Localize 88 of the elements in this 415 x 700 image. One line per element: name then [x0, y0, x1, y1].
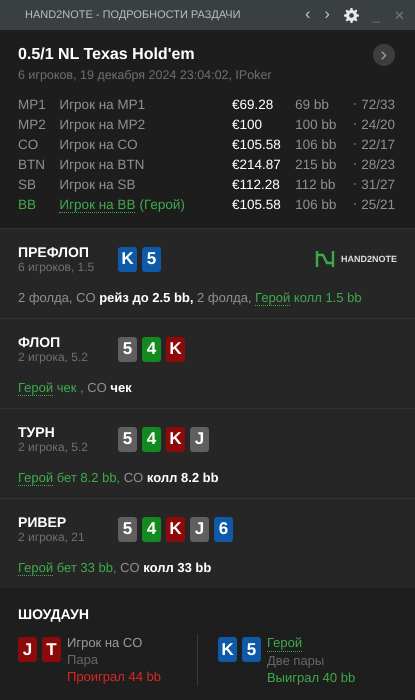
playing-card: 4	[142, 426, 161, 452]
playing-card: 5	[242, 637, 261, 662]
stack-bb: 106 bb	[295, 196, 338, 212]
player-name: Игрок на CO	[67, 634, 142, 651]
playing-card: 5	[118, 426, 137, 452]
action-line: Герой чек , CO чек	[18, 380, 133, 395]
stack-amount: €214.87	[232, 156, 282, 172]
hand-info: 6 игроков, 19 декабря 2024 23:04:02, IPoker	[18, 68, 273, 82]
player-name: Игрок на SB	[59, 176, 136, 192]
player-name: Игрок на MP2	[59, 116, 146, 132]
position-label: BB	[18, 196, 38, 212]
stack-amount: €69.28	[232, 96, 274, 112]
playing-card: 4	[142, 516, 161, 542]
stack-amount: €105.58	[232, 196, 282, 212]
position-label: MP1	[18, 96, 47, 112]
separator-dot	[354, 123, 356, 125]
street-title: ПРЕФЛОП	[18, 244, 90, 260]
hero-tag: (Герой)	[139, 196, 185, 212]
position-label: MP2	[18, 116, 47, 132]
player-stats: 25/21	[361, 196, 395, 212]
playing-card: 5	[118, 336, 137, 362]
stack-bb: 69 bb	[295, 96, 330, 112]
street-info: 2 игрока, 5.2	[18, 350, 89, 364]
player-name: Игрок на MP1	[59, 96, 146, 112]
action-line: Герой бет 8.2 bb, CO колл 8.2 bb	[18, 470, 220, 485]
player-name[interactable]: Герой	[267, 634, 302, 652]
stack-amount: €100	[232, 116, 264, 132]
street-title: РИВЕР	[18, 514, 68, 530]
position-label: BTN	[18, 156, 46, 172]
playing-card: K	[166, 336, 185, 362]
action-line: 2 фолда, CO рейз до 2.5 bb, 2 фолда, Герой колл 1.5 bb	[18, 290, 363, 305]
playing-card: J	[18, 637, 37, 662]
logo-icon	[314, 249, 335, 269]
showdown-title: ШОУДАУН	[18, 606, 90, 622]
player-stats: 22/17	[361, 136, 395, 152]
player-name[interactable]: Игрок на BB	[59, 196, 136, 212]
hand-rank: Пара	[67, 651, 98, 668]
separator-dot	[354, 203, 356, 205]
next-button[interactable]	[373, 44, 395, 66]
separator-dot	[354, 103, 356, 105]
separator-dot	[354, 183, 356, 185]
game-title: 0.5/1 NL Texas Hold'em	[18, 46, 195, 64]
street-info: 2 игрока, 5.2	[18, 440, 89, 454]
playing-card: K	[166, 426, 185, 452]
position-label: SB	[18, 176, 38, 192]
hand-rank: Две пары	[267, 652, 324, 669]
street-info: 6 игроков, 1.5	[18, 260, 96, 274]
stack-amount: €112.28	[232, 176, 281, 192]
playing-card: 5	[142, 246, 161, 272]
stack-bb: 215 bb	[295, 156, 338, 172]
stack-bb: 112 bb	[295, 176, 336, 192]
separator-dot	[354, 143, 356, 145]
playing-card: K	[218, 637, 237, 662]
street-title: ТУРН	[18, 424, 56, 440]
player-name: Игрок на BTN	[59, 156, 144, 172]
playing-card: J	[190, 516, 209, 542]
player-stats: 31/27	[361, 176, 395, 192]
hero-link[interactable]: Герой	[18, 380, 54, 396]
action-line: Герой бет 33 bb, CO колл 33 bb	[18, 560, 212, 575]
chevron-icon	[381, 50, 387, 60]
hero-link[interactable]: Герой	[255, 290, 290, 306]
result-text: Проиграл 44 bb	[67, 668, 161, 685]
playing-card: T	[42, 637, 61, 662]
position-label: CO	[18, 136, 40, 152]
hero-link[interactable]: Герой	[18, 470, 54, 486]
street-title: ФЛОП	[18, 334, 62, 350]
playing-card: 4	[142, 336, 161, 362]
stack-bb: 100 bb	[295, 116, 338, 132]
result-text: Выиграл 40 bb	[267, 669, 356, 686]
player-stats: 28/23	[361, 156, 395, 172]
street-info: 2 игрока, 21	[18, 530, 86, 544]
stack-amount: €105.58	[232, 136, 282, 152]
player-name: Игрок на CO	[59, 136, 138, 152]
playing-card: 6	[214, 516, 233, 542]
forward-button[interactable]: ›	[324, 7, 330, 23]
playing-card: J	[190, 426, 209, 452]
player-stats: 24/20	[361, 116, 395, 132]
settings-icon[interactable]	[344, 8, 359, 22]
logo-text: HAND2NOTE	[340, 254, 397, 264]
window-title: HAND2NOTE - ПОДРОБНОСТИ РАЗДАЧИ	[25, 9, 241, 21]
playing-card: K	[166, 516, 185, 542]
hero-link[interactable]: Герой	[18, 560, 54, 576]
back-button[interactable]: ‹	[305, 7, 310, 23]
playing-card: 5	[118, 516, 137, 542]
player-stats: 72/33	[361, 96, 395, 112]
separator-dot	[354, 163, 356, 165]
playing-card: K	[118, 246, 137, 272]
stack-bb: 106 bb	[295, 136, 338, 152]
